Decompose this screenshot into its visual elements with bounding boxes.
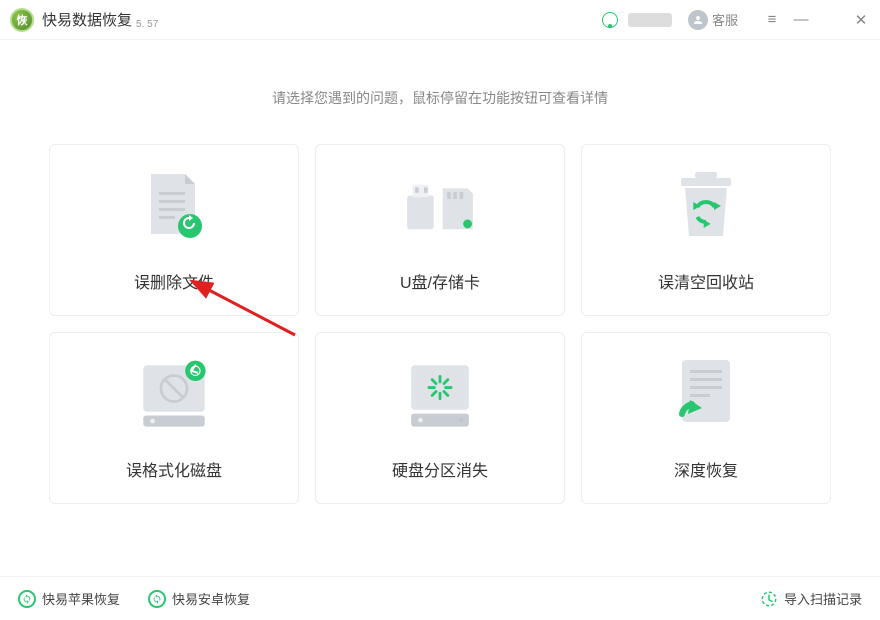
app-logo-icon: 恢 (10, 8, 34, 32)
card-lost-partition[interactable]: 硬盘分区消失 (315, 332, 565, 504)
bottombar: 快易苹果恢复 快易安卓恢复 导入扫描记录 (0, 576, 880, 620)
refresh-icon (148, 590, 166, 608)
status-pill (628, 13, 672, 27)
app-title: 快易数据恢复 (42, 9, 132, 30)
card-label: U盘/存储卡 (400, 269, 480, 293)
link-import-scan[interactable]: 导入扫描记录 (760, 589, 862, 608)
options-grid: 误删除文件 U盘/存储卡 (0, 144, 880, 504)
customer-service-label: 客服 (712, 10, 738, 29)
menu-button[interactable]: ≡ (762, 11, 780, 29)
card-label: 硬盘分区消失 (392, 457, 488, 481)
link-label: 快易苹果恢复 (42, 589, 120, 608)
card-label: 误清空回收站 (658, 269, 754, 293)
recycle-bin-icon (666, 167, 746, 247)
disk-format-icon (134, 355, 214, 435)
deep-scan-icon (666, 355, 746, 435)
card-label: 深度恢复 (674, 457, 738, 481)
refresh-icon (18, 590, 36, 608)
titlebar: 恢 快易数据恢复 5. 57 客服 ≡ — ✕ (0, 0, 880, 40)
link-apple-recovery[interactable]: 快易苹果恢复 (18, 589, 120, 608)
link-label: 快易安卓恢复 (172, 589, 250, 608)
card-recycle-bin[interactable]: 误清空回收站 (581, 144, 831, 316)
import-icon (760, 590, 778, 608)
notification-icon[interactable] (602, 12, 618, 28)
instruction-text: 请选择您遇到的问题，鼠标停留在功能按钮可查看详情 (0, 88, 880, 108)
file-undo-icon (134, 167, 214, 247)
customer-service-button[interactable]: 客服 (688, 10, 738, 30)
user-icon (688, 10, 708, 30)
titlebar-right: 客服 ≡ — ✕ (602, 10, 870, 30)
minimize-button[interactable]: — (792, 11, 810, 29)
card-usb-sdcard[interactable]: U盘/存储卡 (315, 144, 565, 316)
usb-sdcard-icon (400, 167, 480, 247)
hdd-partition-icon (400, 355, 480, 435)
card-label: 误删除文件 (134, 269, 214, 293)
close-button[interactable]: ✕ (852, 11, 870, 29)
card-label: 误格式化磁盘 (126, 457, 222, 481)
card-formatted-disk[interactable]: 误格式化磁盘 (49, 332, 299, 504)
card-deep-recovery[interactable]: 深度恢复 (581, 332, 831, 504)
link-android-recovery[interactable]: 快易安卓恢复 (148, 589, 250, 608)
maximize-button[interactable] (822, 11, 840, 29)
app-version: 5. 57 (136, 19, 158, 30)
link-label: 导入扫描记录 (784, 589, 862, 608)
card-deleted-file[interactable]: 误删除文件 (49, 144, 299, 316)
